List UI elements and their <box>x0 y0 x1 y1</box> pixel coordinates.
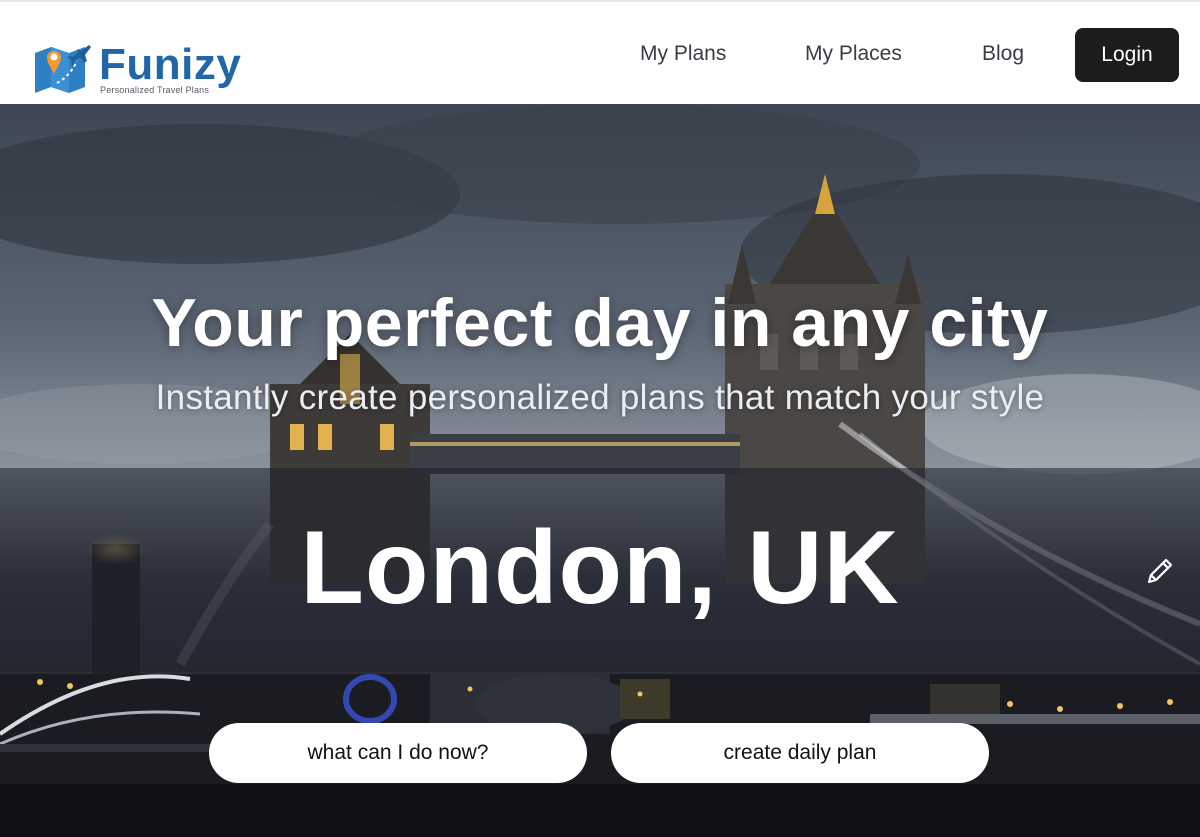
hero-section: Your perfect day in any city Instantly c… <box>0 104 1200 837</box>
hero-headline: Your perfect day in any city <box>151 285 1049 361</box>
brand-name: Funizy <box>99 40 242 89</box>
brand-logo[interactable]: Funizy Personalized Travel Plans <box>33 39 243 97</box>
login-button[interactable]: Login <box>1075 28 1179 82</box>
nav-my-places[interactable]: My Places <box>805 42 902 66</box>
map-pin-airplane-icon <box>35 45 91 93</box>
nav-my-plans[interactable]: My Plans <box>640 42 726 66</box>
create-daily-plan-button[interactable]: create daily plan <box>611 723 989 783</box>
pencil-icon[interactable] <box>1143 554 1177 588</box>
site-header: Funizy Personalized Travel Plans My Plan… <box>0 0 1200 104</box>
hero-subheadline: Instantly create personalized plans that… <box>155 378 1045 417</box>
nav-blog[interactable]: Blog <box>982 42 1024 66</box>
brand-tagline: Personalized Travel Plans <box>100 85 210 95</box>
selected-city: London, UK <box>300 510 900 626</box>
what-can-i-do-now-button[interactable]: what can I do now? <box>209 723 587 783</box>
